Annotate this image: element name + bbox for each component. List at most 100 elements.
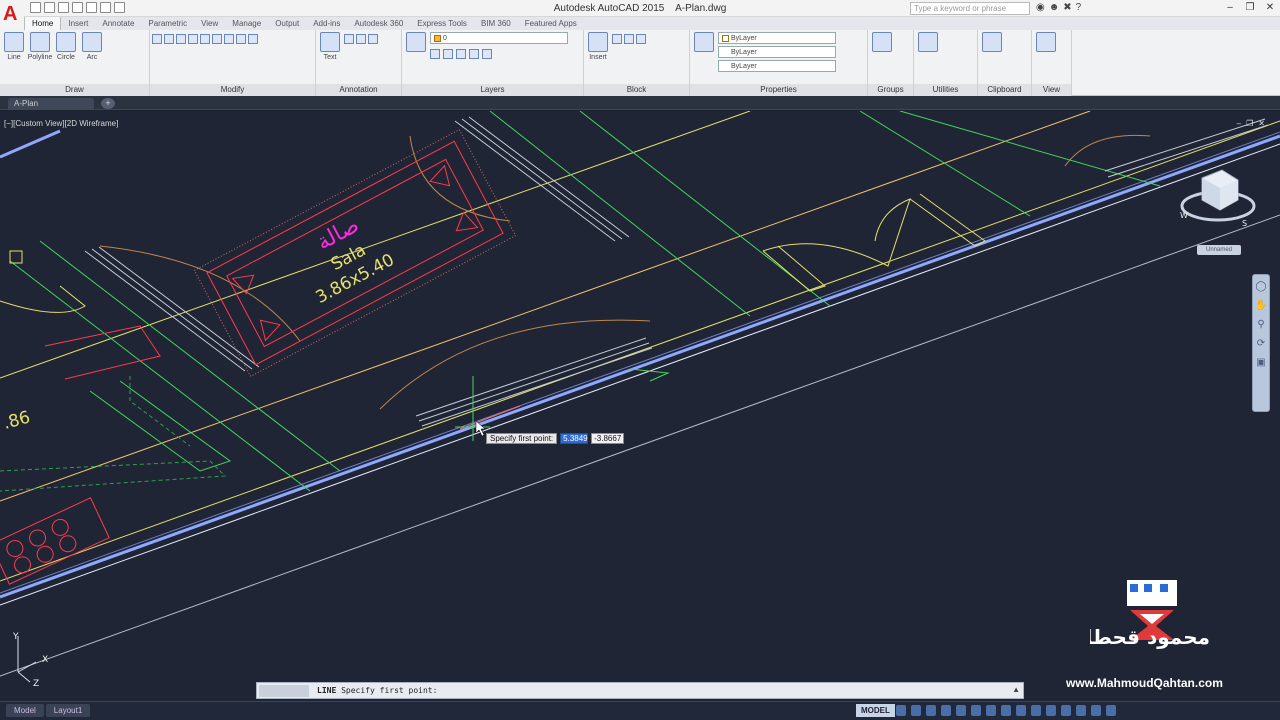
ribbon-tab-featured-apps[interactable]: Featured Apps — [518, 17, 584, 30]
make-current-tool[interactable] — [482, 47, 492, 60]
copy-tool[interactable] — [188, 32, 198, 45]
array-tool[interactable] — [248, 32, 258, 45]
ribbon-tab-output[interactable]: Output — [268, 17, 306, 30]
color-dropdown[interactable]: ByLayer — [718, 32, 836, 44]
selection-cycling-icon[interactable] — [1016, 705, 1026, 716]
vp-minimize-icon[interactable]: – — [1237, 119, 1246, 128]
ucs-menu[interactable]: Unnamed — [1197, 245, 1241, 255]
panel-title-utilities[interactable]: Utilities — [914, 84, 977, 96]
move-tool[interactable] — [152, 32, 162, 45]
app-menu-button[interactable]: A — [0, 0, 24, 30]
dimension-tool[interactable] — [344, 32, 354, 45]
new-tab-plus-icon[interactable]: + — [101, 98, 115, 109]
layer-lock-tool[interactable] — [469, 47, 479, 60]
ribbon-tab-annotate[interactable]: Annotate — [95, 17, 141, 30]
ribbon-tab-add-ins[interactable]: Add-ins — [306, 17, 347, 30]
ribbon-tab-autodesk-360[interactable]: Autodesk 360 — [347, 17, 410, 30]
viewcube-s-icon[interactable]: S — [1242, 219, 1247, 228]
model-space-button[interactable]: MODEL — [856, 704, 895, 717]
transparency-icon[interactable] — [1001, 705, 1011, 716]
pan-hand-icon[interactable]: ✋ — [1255, 300, 1267, 311]
trim-tool[interactable] — [176, 32, 186, 45]
command-line-text[interactable]: LINE Specify first point: — [317, 686, 437, 695]
layer-dropdown[interactable]: 0 — [430, 32, 568, 44]
paste-tool[interactable] — [980, 32, 1004, 68]
polyline-tool[interactable]: Polyline — [28, 32, 52, 68]
binoculars-icon[interactable]: ◉ — [1036, 2, 1045, 13]
stretch-tool[interactable] — [224, 32, 234, 45]
maximize-button[interactable]: ❐ — [1240, 0, 1260, 16]
ribbon-tab-view[interactable]: View — [194, 17, 225, 30]
ribbon-tab-express-tools[interactable]: Express Tools — [410, 17, 474, 30]
scale-tool[interactable] — [236, 32, 246, 45]
title-icons[interactable]: ◉ ☻ ✖ ? — [1036, 2, 1081, 13]
panel-title-properties[interactable]: Properties — [690, 84, 867, 96]
match-properties-tool[interactable] — [692, 32, 716, 68]
text-tool[interactable]: Text — [318, 32, 342, 68]
layout-tab-model[interactable]: Model — [6, 704, 44, 717]
showmotion-icon[interactable]: ▣ — [1256, 357, 1265, 368]
vp-close-icon[interactable]: ✕ — [1258, 119, 1270, 128]
viewport-label[interactable]: [−][Custom View][2D Wireframe] — [4, 119, 118, 128]
mirror-tool[interactable] — [200, 32, 210, 45]
ortho-icon[interactable] — [926, 705, 936, 716]
annotation-scale-icon[interactable] — [1031, 705, 1041, 716]
panel-title-modify[interactable]: Modify — [150, 84, 315, 96]
layer-properties-tool[interactable] — [404, 32, 428, 68]
orbit-icon[interactable]: ⟳ — [1257, 338, 1265, 349]
isodraft-icon[interactable] — [956, 705, 966, 716]
ribbon-tab-insert[interactable]: Insert — [61, 17, 95, 30]
help-icon[interactable]: ? — [1076, 2, 1082, 13]
zoom-icon[interactable]: ⚲ — [1257, 319, 1264, 330]
layer-iso-tool[interactable] — [430, 47, 440, 60]
circle-tool[interactable]: Circle — [54, 32, 78, 68]
viewport-window-controls[interactable]: –❐✕ — [1237, 119, 1270, 128]
viewcube-w-icon[interactable]: W — [1180, 211, 1188, 220]
panel-title-clipboard[interactable]: Clipboard — [978, 84, 1031, 96]
panel-title-block[interactable]: Block — [584, 84, 689, 96]
steering-wheel-icon[interactable]: ◯ — [1255, 281, 1266, 292]
dynamic-input-x-field[interactable]: 5.3849 — [560, 433, 589, 444]
hardware-accel-icon[interactable] — [1076, 705, 1086, 716]
lineweight-dropdown[interactable]: ByLayer — [718, 46, 836, 58]
view-cube[interactable]: W S — [1172, 160, 1258, 255]
vp-restore-icon[interactable]: ❐ — [1246, 119, 1258, 128]
measure-tool[interactable] — [916, 32, 940, 68]
group-tool[interactable] — [870, 32, 894, 68]
linetype-dropdown[interactable]: ByLayer — [718, 60, 836, 72]
line-tool[interactable]: Line — [2, 32, 26, 68]
polar-icon[interactable] — [941, 705, 951, 716]
panel-title-draw[interactable]: Draw — [0, 84, 149, 96]
base-view-tool[interactable] — [1034, 32, 1058, 68]
panel-title-view[interactable]: View — [1032, 84, 1071, 96]
rotate-tool[interactable] — [164, 32, 174, 45]
layer-freeze-tool[interactable] — [443, 47, 453, 60]
lineweight-icon[interactable] — [986, 705, 996, 716]
user-icon[interactable]: ☻ — [1049, 2, 1060, 13]
panel-title-layers[interactable]: Layers — [402, 84, 583, 96]
fillet-tool[interactable] — [212, 32, 222, 45]
isolate-objects-icon[interactable] — [1061, 705, 1071, 716]
create-block-tool[interactable] — [612, 32, 622, 45]
object-snap-icon[interactable] — [971, 705, 981, 716]
clean-screen-icon[interactable] — [1091, 705, 1101, 716]
arc-tool[interactable]: Arc — [80, 32, 104, 68]
drawing-canvas[interactable]: صالة Sala 3.86x5.40 .86 — [0, 111, 1280, 701]
leader-tool[interactable] — [356, 32, 366, 45]
layer-off-tool[interactable] — [456, 47, 466, 60]
search-input[interactable]: Type a keyword or phrase — [910, 2, 1030, 15]
close-button[interactable]: ✕ — [1260, 0, 1280, 16]
command-line-icons[interactable] — [259, 685, 309, 697]
window-controls[interactable]: – ❐ ✕ — [1220, 0, 1280, 16]
insert-block-tool[interactable]: Insert — [586, 32, 610, 68]
file-tab-current[interactable]: A-Plan — [8, 98, 94, 110]
ribbon-tab-bim-360[interactable]: BIM 360 — [474, 17, 518, 30]
exchange-icon[interactable]: ✖ — [1063, 2, 1071, 13]
table-tool[interactable] — [368, 32, 378, 45]
panel-title-groups[interactable]: Groups — [868, 84, 913, 96]
grid-icon[interactable] — [896, 705, 906, 716]
layout-tab-layout1[interactable]: Layout1 — [45, 704, 91, 717]
ribbon-tab-home[interactable]: Home — [24, 17, 62, 30]
panel-title-annotation[interactable]: Annotation — [316, 84, 401, 96]
ribbon-tab-manage[interactable]: Manage — [225, 17, 268, 30]
